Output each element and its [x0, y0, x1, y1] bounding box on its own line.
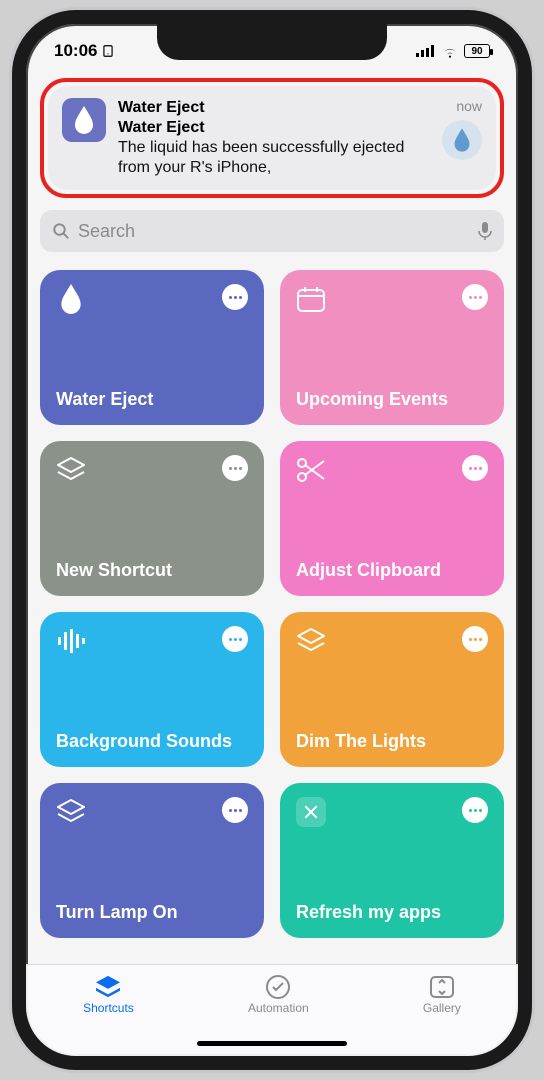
microphone-icon[interactable] — [478, 221, 492, 241]
tab-label: Gallery — [423, 1001, 461, 1015]
cellular-icon — [416, 45, 436, 57]
tab-icon — [264, 975, 292, 999]
notification[interactable]: Water Eject Water Eject The liquid has b… — [48, 86, 496, 190]
more-button[interactable] — [462, 455, 488, 481]
drop-icon — [56, 284, 86, 314]
more-button[interactable] — [222, 797, 248, 823]
more-button[interactable] — [462, 797, 488, 823]
shortcut-tile[interactable]: Adjust Clipboard — [280, 441, 504, 596]
shortcut-tile[interactable]: New Shortcut — [40, 441, 264, 596]
shortcuts-grid: Water Eject Upcoming Events New Shortcut Ad… — [40, 270, 504, 1056]
shortcut-tile[interactable]: Upcoming Events — [280, 270, 504, 425]
tile-label: Upcoming Events — [296, 389, 488, 411]
tab-shortcuts[interactable]: Shortcuts — [83, 975, 134, 1056]
tab-icon — [94, 975, 122, 999]
app-icon — [296, 797, 326, 827]
notification-app-icon — [62, 98, 106, 142]
notification-side-icon — [442, 120, 482, 160]
shortcut-tile[interactable]: Background Sounds — [40, 612, 264, 767]
tile-label: Dim The Lights — [296, 731, 488, 753]
tile-label: Water Eject — [56, 389, 248, 411]
search-icon — [52, 222, 70, 240]
status-time: 10:06 — [54, 41, 97, 61]
orientation-lock-icon — [101, 44, 115, 58]
search-input[interactable] — [78, 221, 470, 242]
shortcut-tile[interactable]: Water Eject — [40, 270, 264, 425]
notification-title: Water Eject — [118, 118, 430, 138]
battery-icon: 90 — [464, 44, 490, 58]
tab-label: Shortcuts — [83, 1001, 134, 1015]
search-field[interactable] — [40, 210, 504, 252]
notch — [157, 24, 387, 60]
more-button[interactable] — [222, 284, 248, 310]
more-button[interactable] — [222, 455, 248, 481]
tab-label: Automation — [248, 1001, 309, 1015]
tile-label: Adjust Clipboard — [296, 560, 488, 582]
notification-highlight: Water Eject Water Eject The liquid has b… — [40, 78, 504, 198]
notification-message: The liquid has been successfully ejected… — [118, 138, 430, 178]
shortcut-tile[interactable]: Refresh my apps — [280, 783, 504, 938]
shortcut-tile[interactable]: Turn Lamp On — [40, 783, 264, 938]
notification-timestamp: now — [456, 98, 482, 114]
tile-label: New Shortcut — [56, 560, 248, 582]
tile-label: Background Sounds — [56, 731, 248, 753]
more-button[interactable] — [462, 284, 488, 310]
stack-icon — [296, 626, 326, 656]
notification-app-title: Water Eject — [118, 98, 430, 118]
more-button[interactable] — [462, 626, 488, 652]
stack-icon — [56, 797, 86, 827]
tab-icon — [428, 975, 456, 999]
tab-gallery[interactable]: Gallery — [423, 975, 461, 1056]
stack-icon — [56, 455, 86, 485]
scissors-icon — [296, 455, 326, 485]
shortcut-tile[interactable]: Dim The Lights — [280, 612, 504, 767]
home-indicator[interactable] — [197, 1041, 347, 1046]
iphone-frame: 10:06 90 Water Eject Water Eject The liq… — [12, 10, 532, 1070]
tile-label: Turn Lamp On — [56, 902, 248, 924]
drop-icon — [72, 106, 96, 134]
calendar-icon — [296, 284, 326, 314]
drop-icon — [452, 128, 472, 152]
wifi-icon — [441, 44, 459, 58]
bars-icon — [56, 626, 86, 656]
more-button[interactable] — [222, 626, 248, 652]
tile-label: Refresh my apps — [296, 902, 488, 924]
